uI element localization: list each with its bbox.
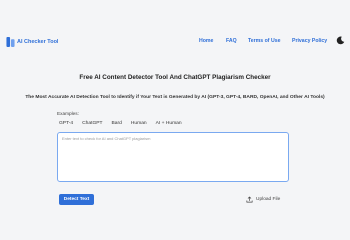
- examples-label: Examples:: [57, 111, 79, 116]
- example-chips: GPT-4 ChatGPT Bard Human AI + Human: [59, 121, 191, 126]
- example-gpt4-chip[interactable]: GPT-4: [59, 121, 73, 126]
- example-bard-chip[interactable]: Bard: [112, 121, 122, 126]
- text-input-placeholder: Enter text to check for AI and ChatGPT p…: [62, 136, 151, 141]
- example-ai-human-chip[interactable]: AI + Human: [156, 121, 182, 126]
- upload-file-button[interactable]: Upload File: [246, 196, 280, 203]
- logo-text: AI Checker Tool: [17, 39, 59, 45]
- page-subtitle: The Most Accurate AI Detection Tool to I…: [25, 95, 325, 100]
- top-navbar: AI Checker Tool Home FAQ Terms of Use Pr…: [0, 28, 350, 54]
- page-title: Free AI Content Detector Tool And ChatGP…: [79, 74, 271, 81]
- text-input-area[interactable]: Enter text to check for AI and ChatGPT p…: [57, 132, 289, 182]
- logo[interactable]: AI Checker Tool: [6, 35, 58, 49]
- logo-icon: [6, 37, 15, 47]
- upload-icon: [246, 196, 253, 203]
- nav-terms-link[interactable]: Terms of Use: [248, 38, 280, 44]
- detect-text-button[interactable]: Detect Text: [59, 194, 94, 205]
- example-chatgpt-chip[interactable]: ChatGPT: [82, 121, 102, 126]
- nav-home-link[interactable]: Home: [199, 38, 213, 44]
- example-human-chip[interactable]: Human: [131, 121, 147, 126]
- nav-faq-link[interactable]: FAQ: [226, 38, 237, 44]
- nav-privacy-link[interactable]: Privacy Policy: [292, 38, 327, 44]
- upload-file-label: Upload File: [256, 197, 281, 202]
- moon-icon[interactable]: [336, 36, 345, 45]
